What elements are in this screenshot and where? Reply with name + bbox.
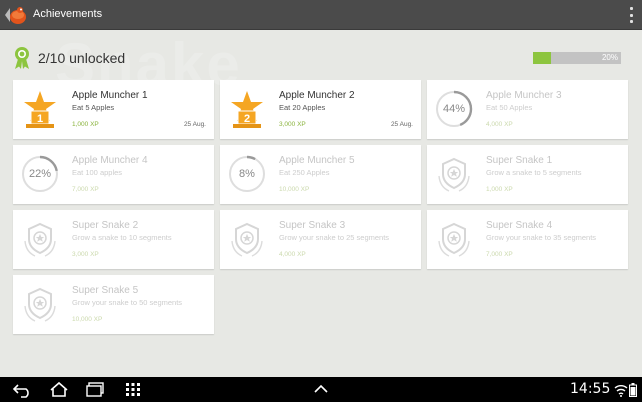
achievement-card[interactable]: 22% Apple Muncher 4 Eat 100 apples 7,000 XP	[13, 145, 214, 204]
back-icon[interactable]	[12, 381, 34, 398]
award-ribbon-icon	[15, 47, 29, 69]
achievement-xp: 3,000 XP	[279, 121, 306, 128]
wifi-icon	[614, 385, 628, 397]
locked-shield-icon	[24, 222, 56, 257]
achievement-title: Apple Muncher 4	[72, 155, 148, 166]
achievement-description: Eat 250 Apples	[279, 168, 330, 177]
achievement-card[interactable]: 44% Apple Muncher 3 Eat 50 Apples 4,000 XP	[427, 80, 628, 139]
achievement-title: Super Snake 2	[72, 220, 139, 231]
achievement-xp: 3,000 XP	[72, 251, 99, 258]
achievement-xp: 4,000 XP	[279, 251, 306, 258]
trophy-star-icon: 1	[24, 91, 56, 128]
progress-percent-label: 22%	[28, 168, 52, 180]
achievement-description: Grow a snake to 10 segments	[72, 233, 172, 242]
achievement-xp: 1,000 XP	[72, 121, 99, 128]
progress-fill	[533, 52, 551, 64]
achievement-description: Grow your snake to 50 segments	[72, 298, 183, 307]
unlocked-count: 2/10 unlocked	[38, 50, 126, 66]
achievement-description: Eat 100 apples	[72, 168, 123, 177]
achievement-title: Apple Muncher 3	[486, 90, 562, 101]
achievement-description: Grow a snake to 5 segments	[486, 168, 582, 177]
locked-shield-icon	[231, 222, 263, 257]
unlock-date: 25 Aug.	[390, 121, 413, 128]
achievement-description: Eat 20 Apples	[279, 103, 326, 112]
achievement-card[interactable]: Super Snake 3 Grow your snake to 25 segme…	[220, 210, 421, 269]
achievement-card[interactable]: Super Snake 5 Grow your snake to 50 segme…	[13, 275, 214, 334]
progress-percent-label: 8%	[239, 168, 255, 180]
achievement-title: Super Snake 5	[72, 285, 139, 296]
progress-percent: 20%	[601, 53, 618, 62]
achievement-xp: 10,000 XP	[72, 316, 103, 323]
progress-percent-label: 44%	[442, 103, 466, 115]
trophy-star-icon: 2	[231, 91, 263, 128]
achievement-card[interactable]: Super Snake 1 Grow a snake to 5 segments 1…	[427, 145, 628, 204]
svg-text:2: 2	[244, 113, 250, 125]
achievement-xp: 1,000 XP	[486, 186, 513, 193]
locked-shield-icon	[438, 222, 470, 257]
achievement-xp: 10,000 XP	[279, 186, 310, 193]
battery-icon	[629, 383, 637, 397]
achievement-description: Grow your snake to 35 segments	[486, 233, 597, 242]
achievement-description: Eat 5 Apples	[72, 103, 115, 112]
screen-title: Achievements	[33, 8, 103, 20]
unlock-progress-bar: 20%	[533, 52, 621, 64]
achievement-xp: 7,000 XP	[486, 251, 513, 258]
status-icons	[614, 382, 638, 398]
system-nav-bar: 14:55	[0, 377, 642, 402]
unlock-date: 25 Aug.	[183, 121, 206, 128]
achievement-title: Apple Muncher 5	[279, 155, 355, 166]
achievement-description: Eat 50 Apples	[486, 103, 533, 112]
achievement-title: Apple Muncher 2	[279, 90, 355, 101]
achievement-card[interactable]: Super Snake 4 Grow your snake to 35 segme…	[427, 210, 628, 269]
achievement-card[interactable]: 2 Apple Muncher 2 Eat 20 Apples 3,000 XP 25…	[220, 80, 421, 139]
achievement-card[interactable]: Super Snake 2 Grow a snake to 10 segments…	[13, 210, 214, 269]
status-clock: 14:55	[570, 381, 611, 397]
achievement-description: Grow your snake to 25 segments	[279, 233, 390, 242]
achievement-title: Apple Muncher 1	[72, 90, 148, 101]
achievement-xp: 4,000 XP	[486, 121, 513, 128]
up-chevron-icon[interactable]	[312, 381, 330, 398]
locked-shield-icon	[438, 157, 470, 192]
app-logo-icon[interactable]	[3, 4, 27, 26]
action-bar: Achievements	[0, 0, 642, 30]
svg-text:1: 1	[37, 113, 43, 125]
home-icon[interactable]	[48, 381, 70, 398]
achievement-title: Super Snake 4	[486, 220, 553, 231]
achievement-card[interactable]: 1 Apple Muncher 1 Eat 5 Apples 1,000 XP 25 …	[13, 80, 214, 139]
achievements-content: Snake 2/10 unlocked 20% 1 Apple Muncher …	[0, 30, 642, 377]
achievement-title: Super Snake 3	[279, 220, 346, 231]
recent-apps-icon[interactable]	[85, 381, 107, 398]
locked-shield-icon	[24, 287, 56, 322]
achievement-xp: 7,000 XP	[72, 186, 99, 193]
screenshot-icon[interactable]	[124, 381, 142, 398]
unlock-summary: 2/10 unlocked	[14, 46, 125, 70]
overflow-menu-icon[interactable]	[626, 7, 636, 23]
achievement-title: Super Snake 1	[486, 155, 553, 166]
achievement-card[interactable]: 8% Apple Muncher 5 Eat 250 Apples 10,000 XP	[220, 145, 421, 204]
